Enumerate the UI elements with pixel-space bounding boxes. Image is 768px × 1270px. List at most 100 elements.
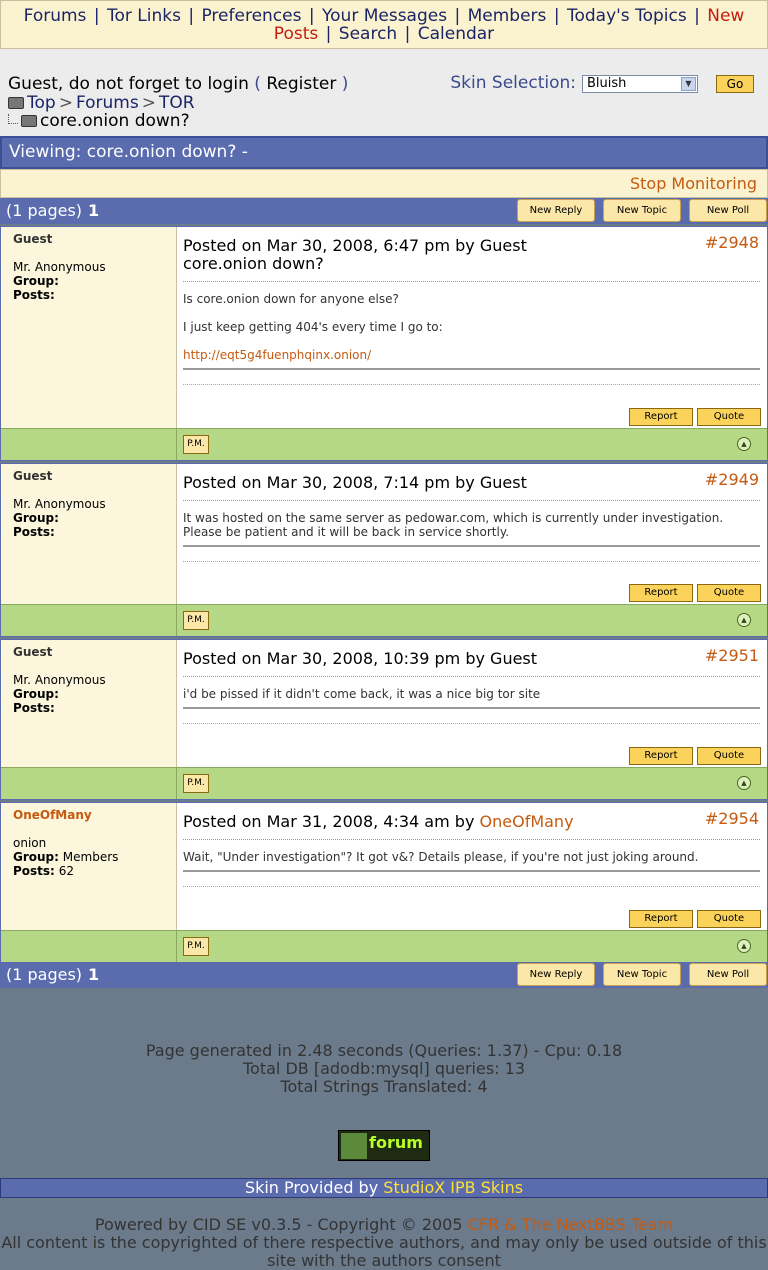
nav-new-posts[interactable]: New	[707, 6, 744, 26]
chevron-down-icon: ▼	[681, 77, 696, 91]
report-button[interactable]: Report	[629, 910, 693, 928]
post-author: Guest	[479, 236, 527, 255]
breadcrumb-separator: >	[58, 93, 73, 113]
team-link[interactable]: CFR & The NextBBS Team	[468, 1215, 673, 1234]
post-header: Posted on Mar 30, 2008, 10:39 pm by Gues…	[183, 650, 760, 668]
post-footer: P.M. ▲	[1, 604, 767, 636]
post-divider	[183, 839, 760, 840]
page-bar-bottom: (1 pages) 1 New Reply New Topic New Poll	[0, 962, 768, 988]
breadcrumb-top[interactable]: Top	[27, 93, 56, 113]
by-label: by	[454, 812, 475, 831]
skin-selector: Skin Selection: Bluish ▼ Go	[434, 73, 754, 93]
post-author-panel: Guest Mr. Anonymous Group: Posts:	[1, 227, 177, 428]
signature-divider	[183, 870, 760, 872]
breadcrumb-tor[interactable]: TOR	[159, 93, 195, 113]
page-number-link[interactable]: 1	[88, 965, 99, 984]
post-date: Mar 30, 2008, 6:47 pm	[266, 236, 451, 255]
post-header: Posted on Mar 30, 2008, 7:14 pm by Guest	[183, 474, 760, 492]
report-button[interactable]: Report	[629, 747, 693, 765]
new-topic-button[interactable]: New Topic	[603, 199, 681, 222]
nav-new-posts-cont[interactable]: Posts	[274, 24, 318, 44]
skin-selection-label: Skin Selection:	[450, 73, 576, 93]
pm-button[interactable]: P.M.	[183, 937, 209, 956]
author-name: Guest	[13, 232, 53, 246]
new-topic-button[interactable]: New Topic	[603, 963, 681, 986]
post-body: Posted on Mar 30, 2008, 10:39 pm by Gues…	[177, 640, 767, 767]
nav-your-messages[interactable]: Your Messages	[322, 6, 447, 26]
pm-button[interactable]: P.M.	[183, 774, 209, 793]
nav-calendar[interactable]: Calendar	[418, 24, 494, 44]
post-text: It was hosted on the same server as pedo…	[183, 511, 760, 539]
author-post-count: 62	[58, 864, 74, 878]
quote-button[interactable]: Quote	[697, 584, 761, 602]
go-button[interactable]: Go	[716, 75, 754, 93]
author-group: Members	[62, 850, 119, 864]
scroll-top-icon[interactable]: ▲	[737, 437, 751, 451]
skin-select[interactable]: Bluish ▼	[582, 75, 698, 93]
post-footer: P.M. ▲	[1, 428, 767, 460]
forum-logo[interactable]: forum	[338, 1130, 430, 1161]
quote-button[interactable]: Quote	[697, 408, 761, 426]
tree-logo-icon	[341, 1133, 367, 1159]
nav-members[interactable]: Members	[468, 6, 547, 26]
nav-preferences[interactable]: Preferences	[201, 6, 301, 26]
nav-separator: |	[308, 6, 315, 26]
nav-search[interactable]: Search	[339, 24, 397, 44]
folder-icon	[8, 97, 24, 109]
post: Guest Mr. Anonymous Group: Posts: Posted…	[0, 463, 768, 637]
post-id-link[interactable]: #2949	[705, 470, 759, 489]
nav-todays-topics[interactable]: Today's Topics	[567, 6, 687, 26]
post-date: Mar 31, 2008, 4:34 am	[266, 812, 450, 831]
register-link[interactable]: Register	[266, 74, 336, 94]
pm-button[interactable]: P.M.	[183, 435, 209, 454]
nav-separator: |	[188, 6, 195, 26]
top-navigation: Forums | Tor Links | Preferences | Your …	[0, 0, 768, 49]
breadcrumb-current: core.onion down?	[8, 111, 190, 131]
post-url-link[interactable]: http://eqt5g4fuenphqinx.onion/	[183, 348, 371, 362]
guest-text: Guest, do not forget to login	[8, 74, 249, 94]
group-label: Group:	[13, 687, 59, 701]
post-footer-left	[1, 768, 177, 799]
post-footer-left	[1, 429, 177, 460]
author-name[interactable]: OneOfMany	[13, 808, 176, 822]
quote-button[interactable]: Quote	[697, 910, 761, 928]
report-button[interactable]: Report	[629, 584, 693, 602]
scroll-top-icon[interactable]: ▲	[737, 939, 751, 953]
breadcrumb: Top > Forums > TOR	[8, 93, 195, 113]
stop-monitoring-link[interactable]: Stop Monitoring	[630, 174, 757, 193]
new-poll-button[interactable]: New Poll	[689, 963, 767, 986]
new-reply-button[interactable]: New Reply	[517, 199, 595, 222]
nav-forums[interactable]: Forums	[24, 6, 87, 26]
new-reply-button[interactable]: New Reply	[517, 963, 595, 986]
signature-divider	[183, 368, 760, 370]
close-paren: )	[341, 74, 349, 94]
quote-button[interactable]: Quote	[697, 747, 761, 765]
group-label: Group:	[13, 850, 59, 864]
post: Guest Mr. Anonymous Group: Posts: Posted…	[0, 639, 768, 800]
skin-credit-text: Skin Provided by	[244, 1178, 379, 1197]
nav-tor-links[interactable]: Tor Links	[107, 6, 181, 26]
scroll-top-icon[interactable]: ▲	[737, 776, 751, 790]
report-button[interactable]: Report	[629, 408, 693, 426]
post-id-link[interactable]: #2954	[705, 809, 759, 828]
group-label: Group:	[13, 274, 59, 288]
post-author-link[interactable]: OneOfMany	[480, 812, 574, 831]
signature-dots	[183, 561, 760, 562]
pm-button[interactable]: P.M.	[183, 611, 209, 630]
breadcrumb-forums[interactable]: Forums	[76, 93, 139, 113]
open-paren: (	[254, 74, 261, 94]
post-header: Posted on Mar 30, 2008, 6:47 pm by Guest…	[183, 237, 760, 273]
post-header: Posted on Mar 31, 2008, 4:34 am by OneOf…	[183, 813, 760, 831]
stats-line: Page generated in 2.48 seconds (Queries:…	[145, 1041, 623, 1060]
copyright-notice: All content is the copyrighted of there …	[1, 1233, 767, 1270]
post: OneOfMany onion Group: Members Posts: 62…	[0, 802, 768, 963]
posts-label: Posts:	[13, 701, 55, 715]
post-id-link[interactable]: #2948	[705, 233, 759, 252]
skin-credit-link[interactable]: StudioX IPB Skins	[383, 1178, 523, 1197]
nav-separator: |	[454, 6, 461, 26]
page-number-link[interactable]: 1	[88, 201, 99, 220]
post-id-link[interactable]: #2951	[705, 646, 759, 665]
new-poll-button[interactable]: New Poll	[689, 199, 767, 222]
scroll-top-icon[interactable]: ▲	[737, 613, 751, 627]
posted-on-label: Posted on	[183, 473, 262, 492]
